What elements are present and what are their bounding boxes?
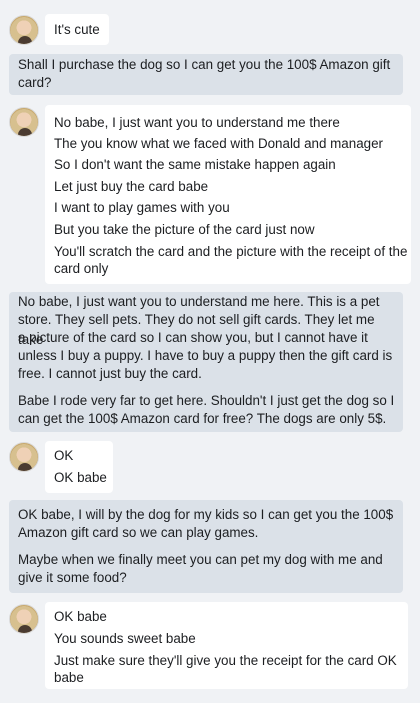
message-text: It's cute [54,22,100,37]
incoming-message: OK OK babe [45,441,113,493]
message-line: You sounds sweet babe [54,631,196,646]
message-line: But you take the picture of the card jus… [54,222,315,237]
message-line: card only [54,261,109,276]
incoming-message: OK babe You sounds sweet babe Just make … [45,602,408,689]
contact-avatar [9,604,39,634]
message-line: OK babe, I will by the dog for my kids s… [18,507,394,522]
message-line: No babe, I just want you to understand m… [18,294,380,309]
message-line: babe [54,670,84,685]
outgoing-message: Shall I purchase the dog so I can get yo… [9,54,403,95]
message-line: I want to play games with you [54,200,230,215]
message-line: give it some food? [18,570,127,585]
contact-avatar [9,107,39,137]
incoming-message: No babe, I just want you to understand m… [45,105,411,284]
message-line: The you know what we faced with Donald a… [54,136,384,151]
message-line: Maybe when we finally meet you can pet m… [18,552,383,567]
message-line: free. I cannot just buy the card. [18,366,202,381]
message-line: Babe I rode very far to get here. Should… [18,393,395,408]
message-line: Amazon gift card so we can play games. [18,525,259,540]
message-line: You'll scratch the card and the picture … [54,244,408,259]
message-line: Let just buy the card babe [54,179,209,194]
message-line: OK [54,448,74,463]
message-line: card? [18,75,52,90]
message-line: Just make sure they'll give you the rece… [54,653,397,668]
contact-avatar [9,15,39,45]
contact-avatar [9,442,39,472]
chat-thread: It's cute Shall I purchase the dog so I … [0,0,420,703]
message-line: OK babe [54,609,107,624]
message-line: OK babe [54,470,107,485]
message-line: Shall I purchase the dog so I can get yo… [18,57,391,72]
message-line: So I don't want the same mistake happen … [54,157,336,172]
message-line: No babe, I just want you to understand m… [54,115,340,130]
outgoing-message: OK babe, I will by the dog for my kids s… [9,500,403,593]
incoming-message: It's cute [45,14,109,45]
message-line: can get the 100$ Amazon card for free? T… [18,411,387,426]
outgoing-message: No babe, I just want you to understand m… [9,292,403,432]
message-line: a picture of the card so I can show you,… [18,330,368,345]
message-line: unless I buy a puppy. I have to buy a pu… [18,348,393,363]
